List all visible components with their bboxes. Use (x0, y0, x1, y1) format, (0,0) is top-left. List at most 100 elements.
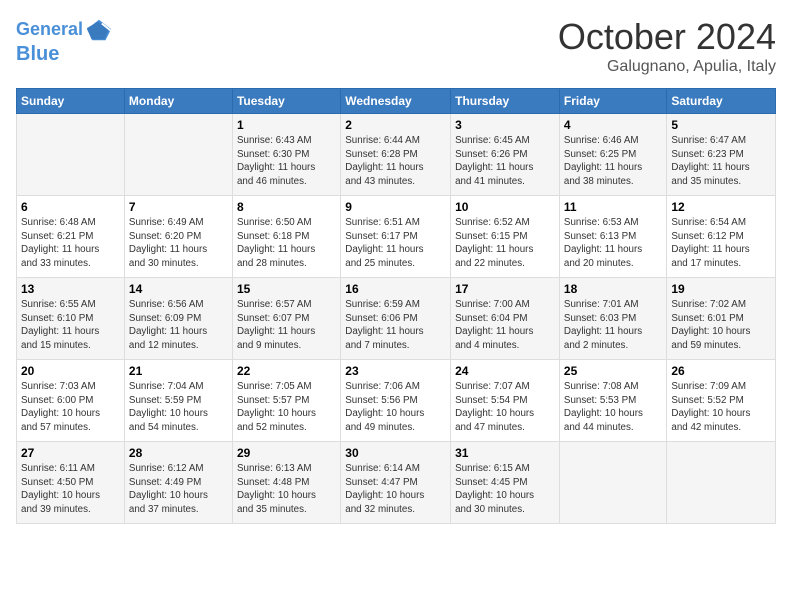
cell-content: Sunrise: 6:50 AM Sunset: 6:18 PM Dayligh… (237, 216, 336, 271)
calendar-cell: 27 Sunrise: 6:11 AM Sunset: 4:50 PM Dayli… (17, 442, 125, 524)
cell-content: Sunrise: 7:00 AM Sunset: 6:04 PM Dayligh… (455, 298, 555, 353)
day-number: 17 (455, 282, 555, 296)
weekday-header-tuesday: Tuesday (232, 89, 340, 114)
calendar-cell: 12 Sunrise: 6:54 AM Sunset: 6:12 PM Dayli… (667, 196, 776, 278)
day-number: 30 (345, 446, 446, 460)
day-number: 3 (455, 118, 555, 132)
calendar-table: SundayMondayTuesdayWednesdayThursdayFrid… (16, 88, 776, 524)
day-number: 9 (345, 200, 446, 214)
cell-content: Sunrise: 6:57 AM Sunset: 6:07 PM Dayligh… (237, 298, 336, 353)
cell-content: Sunrise: 6:54 AM Sunset: 6:12 PM Dayligh… (671, 216, 771, 271)
calendar-cell: 17 Sunrise: 7:00 AM Sunset: 6:04 PM Dayli… (451, 278, 560, 360)
day-number: 16 (345, 282, 446, 296)
page-header: General Blue October 2024 Galugnano, Apu… (16, 16, 776, 76)
cell-content: Sunrise: 7:09 AM Sunset: 5:52 PM Dayligh… (671, 380, 771, 435)
logo-text: General (16, 19, 83, 41)
calendar-cell: 25 Sunrise: 7:08 AM Sunset: 5:53 PM Dayli… (559, 360, 666, 442)
calendar-week-row: 20 Sunrise: 7:03 AM Sunset: 6:00 PM Dayli… (17, 360, 776, 442)
calendar-cell (17, 114, 125, 196)
calendar-week-row: 6 Sunrise: 6:48 AM Sunset: 6:21 PM Daylig… (17, 196, 776, 278)
cell-content: Sunrise: 6:56 AM Sunset: 6:09 PM Dayligh… (129, 298, 228, 353)
weekday-header-monday: Monday (124, 89, 232, 114)
day-number: 19 (671, 282, 771, 296)
cell-content: Sunrise: 7:01 AM Sunset: 6:03 PM Dayligh… (564, 298, 662, 353)
day-number: 7 (129, 200, 228, 214)
day-number: 5 (671, 118, 771, 132)
calendar-cell: 5 Sunrise: 6:47 AM Sunset: 6:23 PM Daylig… (667, 114, 776, 196)
day-number: 14 (129, 282, 228, 296)
calendar-cell: 16Sunrise: 6:59 AM Sunset: 6:06 PM Dayli… (341, 278, 451, 360)
calendar-cell (124, 114, 232, 196)
cell-content: Sunrise: 6:48 AM Sunset: 6:21 PM Dayligh… (21, 216, 120, 271)
weekday-header-wednesday: Wednesday (341, 89, 451, 114)
day-number: 6 (21, 200, 120, 214)
cell-content: Sunrise: 7:07 AM Sunset: 5:54 PM Dayligh… (455, 380, 555, 435)
calendar-cell: 22 Sunrise: 7:05 AM Sunset: 5:57 PM Dayli… (232, 360, 340, 442)
cell-content: Sunrise: 6:53 AM Sunset: 6:13 PM Dayligh… (564, 216, 662, 271)
calendar-week-row: 27 Sunrise: 6:11 AM Sunset: 4:50 PM Dayli… (17, 442, 776, 524)
cell-content: Sunrise: 7:03 AM Sunset: 6:00 PM Dayligh… (21, 380, 120, 435)
calendar-cell: 30 Sunrise: 6:14 AM Sunset: 4:47 PM Dayli… (341, 442, 451, 524)
cell-content: Sunrise: 7:08 AM Sunset: 5:53 PM Dayligh… (564, 380, 662, 435)
cell-content: Sunrise: 7:02 AM Sunset: 6:01 PM Dayligh… (671, 298, 771, 353)
cell-content: Sunrise: 7:05 AM Sunset: 5:57 PM Dayligh… (237, 380, 336, 435)
calendar-cell: 4 Sunrise: 6:46 AM Sunset: 6:25 PM Daylig… (559, 114, 666, 196)
cell-content: Sunrise: 6:46 AM Sunset: 6:25 PM Dayligh… (564, 134, 662, 189)
calendar-cell: 19 Sunrise: 7:02 AM Sunset: 6:01 PM Dayli… (667, 278, 776, 360)
cell-content: Sunrise: 6:45 AM Sunset: 6:26 PM Dayligh… (455, 134, 555, 189)
month-title: October 2024 (558, 16, 776, 58)
cell-content: Sunrise: 6:55 AM Sunset: 6:10 PM Dayligh… (21, 298, 120, 353)
calendar-cell: 18 Sunrise: 7:01 AM Sunset: 6:03 PM Dayli… (559, 278, 666, 360)
calendar-cell: 21 Sunrise: 7:04 AM Sunset: 5:59 PM Dayli… (124, 360, 232, 442)
cell-content: Sunrise: 7:06 AM Sunset: 5:56 PM Dayligh… (345, 380, 446, 435)
calendar-week-row: 13 Sunrise: 6:55 AM Sunset: 6:10 PM Dayli… (17, 278, 776, 360)
cell-content: Sunrise: 6:52 AM Sunset: 6:15 PM Dayligh… (455, 216, 555, 271)
day-number: 23 (345, 364, 446, 378)
calendar-cell: 15Sunrise: 6:57 AM Sunset: 6:07 PM Dayli… (232, 278, 340, 360)
calendar-cell: 29Sunrise: 6:13 AM Sunset: 4:48 PM Dayli… (232, 442, 340, 524)
day-number: 25 (564, 364, 662, 378)
weekday-header-friday: Friday (559, 89, 666, 114)
logo-blue-text: Blue (16, 42, 59, 66)
cell-content: Sunrise: 7:04 AM Sunset: 5:59 PM Dayligh… (129, 380, 228, 435)
cell-content: Sunrise: 6:51 AM Sunset: 6:17 PM Dayligh… (345, 216, 446, 271)
calendar-cell: 9 Sunrise: 6:51 AM Sunset: 6:17 PM Daylig… (341, 196, 451, 278)
calendar-cell: 23 Sunrise: 7:06 AM Sunset: 5:56 PM Dayli… (341, 360, 451, 442)
cell-content: Sunrise: 6:14 AM Sunset: 4:47 PM Dayligh… (345, 462, 446, 517)
cell-content: Sunrise: 6:15 AM Sunset: 4:45 PM Dayligh… (455, 462, 555, 517)
cell-content: Sunrise: 6:43 AM Sunset: 6:30 PM Dayligh… (237, 134, 336, 189)
day-number: 10 (455, 200, 555, 214)
day-number: 22 (237, 364, 336, 378)
weekday-header-saturday: Saturday (667, 89, 776, 114)
weekday-header-thursday: Thursday (451, 89, 560, 114)
calendar-cell: 1 Sunrise: 6:43 AM Sunset: 6:30 PM Daylig… (232, 114, 340, 196)
location-title: Galugnano, Apulia, Italy (558, 58, 776, 76)
calendar-cell: 13 Sunrise: 6:55 AM Sunset: 6:10 PM Dayli… (17, 278, 125, 360)
cell-content: Sunrise: 6:47 AM Sunset: 6:23 PM Dayligh… (671, 134, 771, 189)
calendar-cell (667, 442, 776, 524)
day-number: 20 (21, 364, 120, 378)
calendar-cell: 3 Sunrise: 6:45 AM Sunset: 6:26 PM Daylig… (451, 114, 560, 196)
day-number: 1 (237, 118, 336, 132)
day-number: 18 (564, 282, 662, 296)
day-number: 8 (237, 200, 336, 214)
cell-content: Sunrise: 6:11 AM Sunset: 4:50 PM Dayligh… (21, 462, 120, 517)
day-number: 26 (671, 364, 771, 378)
day-number: 21 (129, 364, 228, 378)
calendar-cell (559, 442, 666, 524)
day-number: 4 (564, 118, 662, 132)
day-number: 27 (21, 446, 120, 460)
day-number: 11 (564, 200, 662, 214)
title-block: October 2024 Galugnano, Apulia, Italy (558, 16, 776, 76)
calendar-cell: 20 Sunrise: 7:03 AM Sunset: 6:00 PM Dayli… (17, 360, 125, 442)
day-number: 13 (21, 282, 120, 296)
day-number: 2 (345, 118, 446, 132)
day-number: 29 (237, 446, 336, 460)
calendar-cell: 2 Sunrise: 6:44 AM Sunset: 6:28 PM Daylig… (341, 114, 451, 196)
day-number: 31 (455, 446, 555, 460)
calendar-cell: 8 Sunrise: 6:50 AM Sunset: 6:18 PM Daylig… (232, 196, 340, 278)
calendar-cell: 31 Sunrise: 6:15 AM Sunset: 4:45 PM Dayli… (451, 442, 560, 524)
calendar-cell: 28Sunrise: 6:12 AM Sunset: 4:49 PM Dayli… (124, 442, 232, 524)
day-number: 12 (671, 200, 771, 214)
cell-content: Sunrise: 6:44 AM Sunset: 6:28 PM Dayligh… (345, 134, 446, 189)
